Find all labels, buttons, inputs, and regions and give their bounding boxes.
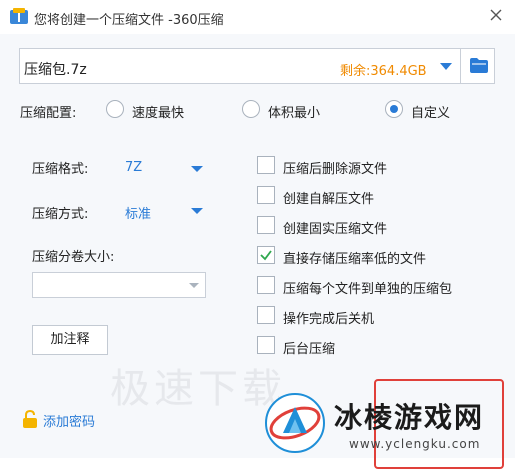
window-title: 您将创建一个压缩文件 -360压缩: [34, 13, 224, 28]
radio-size-smallest-label[interactable]: 体积最小: [268, 102, 320, 121]
compress-config-label: 压缩配置:: [20, 106, 77, 121]
brand-logo-icon: [265, 393, 325, 453]
checkbox-background-label[interactable]: 后台压缩: [283, 338, 335, 357]
checkbox-shutdown-after[interactable]: [257, 306, 275, 324]
split-size-combobox[interactable]: [32, 272, 206, 298]
checkbox-separate-archives[interactable]: [257, 276, 275, 294]
close-icon[interactable]: [486, 5, 506, 25]
folder-icon: [470, 58, 488, 73]
checkbox-solid-archive[interactable]: [257, 216, 275, 234]
format-label: 压缩格式:: [32, 162, 89, 177]
format-select-value[interactable]: 7Z: [125, 160, 142, 175]
checkbox-separate-archives-label[interactable]: 压缩每个文件到单独的压缩包: [283, 278, 452, 297]
360zip-app-icon: [10, 8, 28, 24]
radio-speed-fastest-label[interactable]: 速度最快: [132, 102, 184, 121]
checkbox-create-sfx[interactable]: [257, 186, 275, 204]
split-size-label: 压缩分卷大小:: [32, 250, 115, 265]
brand-url: www.yclengku.com: [349, 437, 481, 451]
checkbox-store-low-ratio[interactable]: [257, 246, 275, 264]
radio-selected-dot: [390, 105, 398, 113]
free-space-label: 剩余:364.4GB: [340, 64, 427, 79]
checkbox-store-low-ratio-label[interactable]: 直接存储压缩率低的文件: [283, 248, 426, 267]
output-path-field[interactable]: 压缩包.7z 剩余:364.4GB: [19, 48, 495, 84]
checkbox-create-sfx-label[interactable]: 创建自解压文件: [283, 188, 374, 207]
watermark-text: 极速下载: [110, 366, 286, 412]
radio-custom-label[interactable]: 自定义: [411, 102, 450, 121]
checkbox-delete-source[interactable]: [257, 156, 275, 174]
browse-folder-button[interactable]: [460, 48, 496, 84]
radio-custom[interactable]: [385, 100, 403, 118]
method-label: 压缩方式:: [32, 207, 89, 222]
checkmark-icon: [260, 250, 272, 261]
title-bar: 您将创建一个压缩文件 -360压缩: [0, 0, 515, 34]
radio-speed-fastest[interactable]: [106, 100, 124, 118]
method-dropdown-icon[interactable]: [191, 208, 203, 214]
method-select-value[interactable]: 标准: [125, 203, 151, 222]
brand-name: 冰棱游戏网: [334, 401, 485, 434]
add-password-label[interactable]: 添加密码: [43, 411, 95, 430]
path-dropdown-icon[interactable]: [440, 63, 452, 70]
checkbox-solid-archive-label[interactable]: 创建固实压缩文件: [283, 218, 387, 237]
add-comment-button[interactable]: 加注释: [32, 325, 108, 355]
checkbox-background[interactable]: [257, 336, 275, 354]
split-size-dropdown-icon[interactable]: [189, 283, 199, 288]
radio-size-smallest[interactable]: [242, 100, 260, 118]
archive-filename[interactable]: 压缩包.7z: [24, 59, 87, 79]
checkbox-shutdown-after-label[interactable]: 操作完成后关机: [283, 308, 374, 327]
format-dropdown-icon[interactable]: [191, 166, 203, 172]
lock-icon: [23, 410, 37, 428]
checkbox-delete-source-label[interactable]: 压缩后删除源文件: [283, 158, 387, 177]
